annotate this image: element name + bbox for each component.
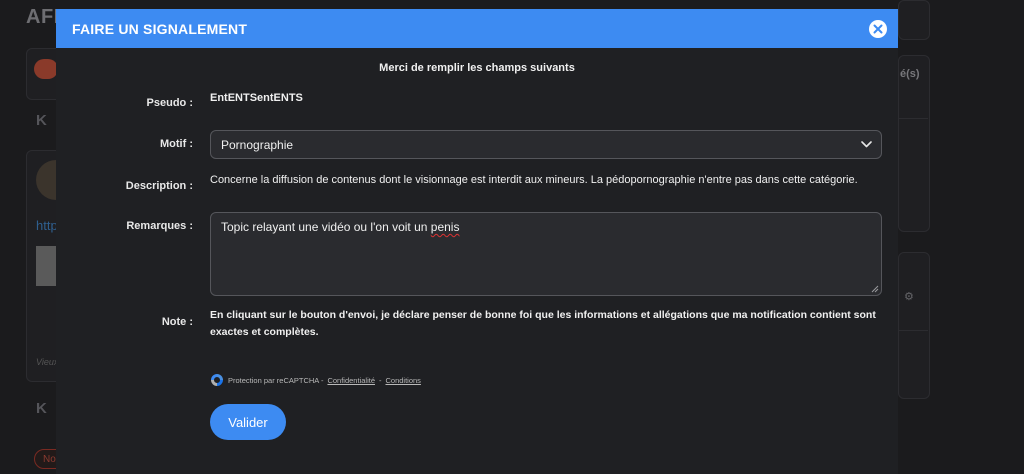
recaptcha-separator: - xyxy=(378,375,382,385)
note-text: En cliquant sur le bouton d'envoi, je dé… xyxy=(210,309,876,338)
report-dialog: FAIRE UN SIGNALEMENT Merci de remplir le… xyxy=(56,9,898,474)
dialog-title: FAIRE UN SIGNALEMENT xyxy=(72,20,248,37)
background-divider xyxy=(898,330,928,331)
background-divider xyxy=(898,118,928,119)
description-text: Concerne la diffusion de contenus dont l… xyxy=(210,174,858,186)
recaptcha-text: Protection par reCAPTCHA - xyxy=(228,375,324,385)
gear-icon[interactable]: ⚙ xyxy=(904,290,914,303)
remarques-textarea[interactable]: Topic relayant une vidéo ou l'on voit un… xyxy=(210,212,882,296)
recaptcha-logo-icon xyxy=(211,374,223,386)
submit-button[interactable]: Valider xyxy=(210,404,286,440)
dialog-intro: Merci de remplir les champs suivants xyxy=(379,62,575,74)
background-panel-right xyxy=(898,55,930,232)
background-panel-right xyxy=(898,252,930,399)
background-thumbnail xyxy=(36,246,58,286)
background-badge xyxy=(34,59,58,79)
motif-label: Motif : xyxy=(160,138,193,150)
background-link[interactable]: http xyxy=(36,218,58,233)
recaptcha-privacy-link[interactable]: Confidentialité xyxy=(327,376,375,385)
remarques-label: Remarques : xyxy=(126,220,193,232)
motif-select[interactable]: Pornographie xyxy=(210,130,882,159)
close-icon xyxy=(873,24,883,33)
background-side-label: é(s) xyxy=(900,68,920,80)
description-label: Description : xyxy=(125,180,193,192)
remarques-misspelled-word: penis xyxy=(430,220,460,234)
pseudo-label: Pseudo : xyxy=(146,97,193,109)
recaptcha-notice: Protection par reCAPTCHA - Confidentiali… xyxy=(210,373,421,387)
background-caption: Vieux xyxy=(36,357,59,367)
background-initial: K xyxy=(36,400,47,417)
chevron-down-icon xyxy=(861,141,872,148)
resize-handle-icon[interactable] xyxy=(871,285,879,293)
remarques-text: Topic relayant une vidéo ou l'on voit un xyxy=(221,220,431,234)
background-initial: K xyxy=(36,112,47,129)
recaptcha-terms-link[interactable]: Conditions xyxy=(385,376,420,385)
motif-selected-value: Pornographie xyxy=(221,137,294,152)
pseudo-value: EntENTSentENTS xyxy=(210,92,303,104)
note-label: Note : xyxy=(161,316,193,328)
dialog-header: FAIRE UN SIGNALEMENT xyxy=(56,9,898,48)
close-button[interactable] xyxy=(869,19,887,38)
background-panel-right xyxy=(898,0,930,40)
